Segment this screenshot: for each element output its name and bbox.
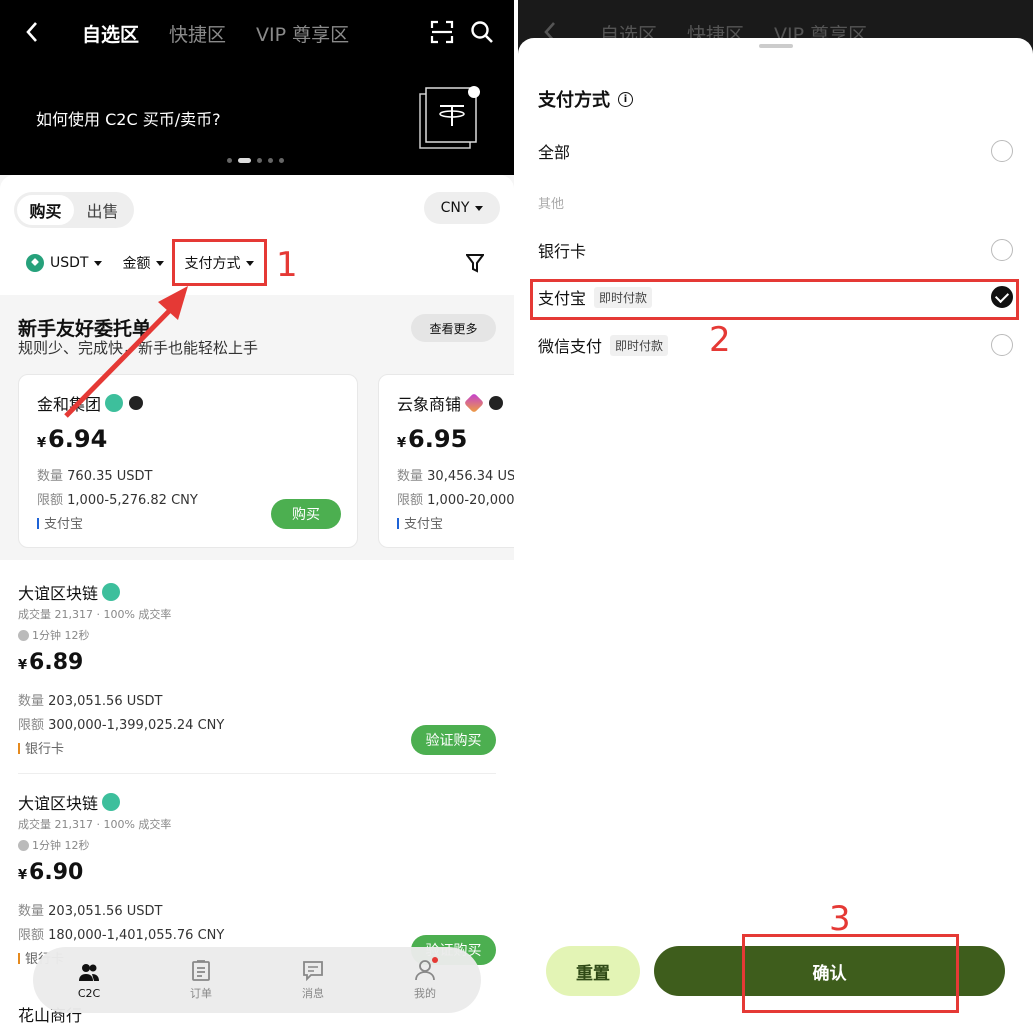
info-icon[interactable]: i xyxy=(618,91,633,107)
verified-badge-icon xyxy=(102,793,121,811)
coin-filter[interactable]: USDT xyxy=(26,254,103,272)
chat-icon xyxy=(303,961,323,981)
bottom-nav: C2C 订单 消息 我的 xyxy=(33,947,481,1013)
scan-icon[interactable] xyxy=(430,20,454,44)
c2c-screen: 自选区 快捷区 VIP 尊享区 如何使用 C2C 买币/卖币? 购买 出售 CN… xyxy=(0,0,514,1027)
radio-bank-card[interactable] xyxy=(991,239,1013,261)
payment-method-screen: 自选区 快捷区 VIP 尊享区 支付方式 i 全部 其他 银行卡 支付宝 即时付款 微信… xyxy=(518,0,1033,1027)
limit: 限额 1,000-5,276.82 CNY xyxy=(37,493,198,508)
chevron-down-icon xyxy=(475,205,484,211)
offer-card[interactable]: 云象商铺 ¥6.95 数量 30,456.34 USDT 限额 1,000-20… xyxy=(378,374,514,548)
banner-pager xyxy=(227,158,284,163)
buy-sell-toggle: 购买 出售 xyxy=(14,192,134,228)
annotation-arrow-icon xyxy=(64,286,188,418)
annotation-box-2 xyxy=(530,279,1019,320)
annotation-number-3: 3 xyxy=(829,899,851,939)
buy-segment[interactable]: 购买 xyxy=(17,195,74,225)
limit: 限额 300,000-1,399,025.24 CNY xyxy=(18,718,225,733)
merchant-name: 云象商铺 xyxy=(397,395,462,414)
limit: 限额 180,000-1,401,055.76 CNY xyxy=(18,928,225,943)
tab-vip[interactable]: VIP 尊享区 xyxy=(256,20,349,47)
payment-method: 支付宝 xyxy=(37,513,83,532)
annotation-number-2: 2 xyxy=(709,320,731,360)
buy-button[interactable]: 购买 xyxy=(271,499,341,529)
quantity: 数量 30,456.34 USDT xyxy=(397,469,514,484)
sheet-title: 支付方式 i xyxy=(538,86,633,112)
clock-icon xyxy=(18,839,29,851)
chevron-down-icon xyxy=(156,260,165,266)
quantity: 数量 203,051.56 USDT xyxy=(18,904,163,919)
release-time: 1分钟 12秒 xyxy=(18,837,90,853)
payment-method: 银行卡 xyxy=(18,738,64,757)
users-icon xyxy=(79,963,99,981)
payment-method-sheet: 支付方式 i 全部 其他 银行卡 支付宝 即时付款 微信支付 即时付款 重置 确认 xyxy=(518,38,1033,1027)
banner-text[interactable]: 如何使用 C2C 买币/卖币? xyxy=(36,106,221,130)
option-wechat[interactable]: 微信支付 即时付款 xyxy=(538,330,1013,360)
view-more-button[interactable]: 查看更多 xyxy=(411,314,496,342)
clipboard-icon xyxy=(192,960,210,981)
price: ¥6.89 xyxy=(18,650,84,675)
list-item[interactable]: 大谊区块链 成交量 21,317 · 100% 成交率 1分钟 12秒 ¥6.8… xyxy=(0,560,514,774)
price: ¥6.95 xyxy=(397,425,468,453)
option-all[interactable]: 全部 xyxy=(538,136,1013,166)
zone-tabs: 自选区 快捷区 VIP 尊享区 xyxy=(82,20,349,47)
quantity: 数量 203,051.56 USDT xyxy=(18,694,163,709)
nav-profile[interactable]: 我的 xyxy=(395,957,455,1001)
tab-favorites[interactable]: 自选区 xyxy=(82,20,139,47)
chevron-down-icon xyxy=(94,260,103,266)
payment-method: 支付宝 xyxy=(397,513,443,532)
trade-stats: 成交量 21,317 · 100% 成交率 xyxy=(18,608,172,621)
merchant-name: 大谊区块链 xyxy=(18,794,99,813)
nav-c2c[interactable]: C2C xyxy=(59,961,119,1000)
top-header: 自选区 快捷区 VIP 尊享区 如何使用 C2C 买币/卖币? xyxy=(0,0,514,175)
person-icon xyxy=(489,396,504,410)
radio-all[interactable] xyxy=(991,140,1013,162)
back-arrow-icon[interactable] xyxy=(22,18,42,46)
notification-dot xyxy=(432,957,438,963)
usdt-icon xyxy=(26,254,44,272)
tab-express[interactable]: 快捷区 xyxy=(169,20,226,47)
annotation-box-3 xyxy=(742,934,959,1013)
quantity: 数量 760.35 USDT xyxy=(37,469,153,484)
search-icon[interactable] xyxy=(470,20,494,44)
tether-card-icon xyxy=(419,86,480,149)
merchant-name: 大谊区块链 xyxy=(18,584,99,603)
price: ¥6.90 xyxy=(18,860,84,885)
amount-filter[interactable]: 金额 xyxy=(122,253,165,273)
verified-badge-icon xyxy=(102,583,121,601)
diamond-badge-icon xyxy=(463,392,485,414)
verify-buy-button[interactable]: 验证购买 xyxy=(411,725,496,755)
nav-messages[interactable]: 消息 xyxy=(283,959,343,1001)
annotation-number-1: 1 xyxy=(276,245,298,285)
option-bank-card[interactable]: 银行卡 xyxy=(538,235,1013,265)
price: ¥6.94 xyxy=(37,425,108,453)
clock-icon xyxy=(18,629,29,641)
radio-wechat[interactable] xyxy=(991,334,1013,356)
trade-stats: 成交量 21,317 · 100% 成交率 xyxy=(18,818,172,831)
funnel-filter-icon[interactable] xyxy=(466,253,484,273)
currency-select[interactable]: CNY xyxy=(424,192,500,224)
nav-orders[interactable]: 订单 xyxy=(171,959,231,1001)
sheet-handle[interactable] xyxy=(759,44,793,48)
limit: 限额 1,000-20,000 CNY xyxy=(397,493,514,508)
reset-button[interactable]: 重置 xyxy=(546,946,640,996)
release-time: 1分钟 12秒 xyxy=(18,627,90,643)
group-label-other: 其他 xyxy=(538,197,565,212)
sell-segment[interactable]: 出售 xyxy=(74,195,131,225)
